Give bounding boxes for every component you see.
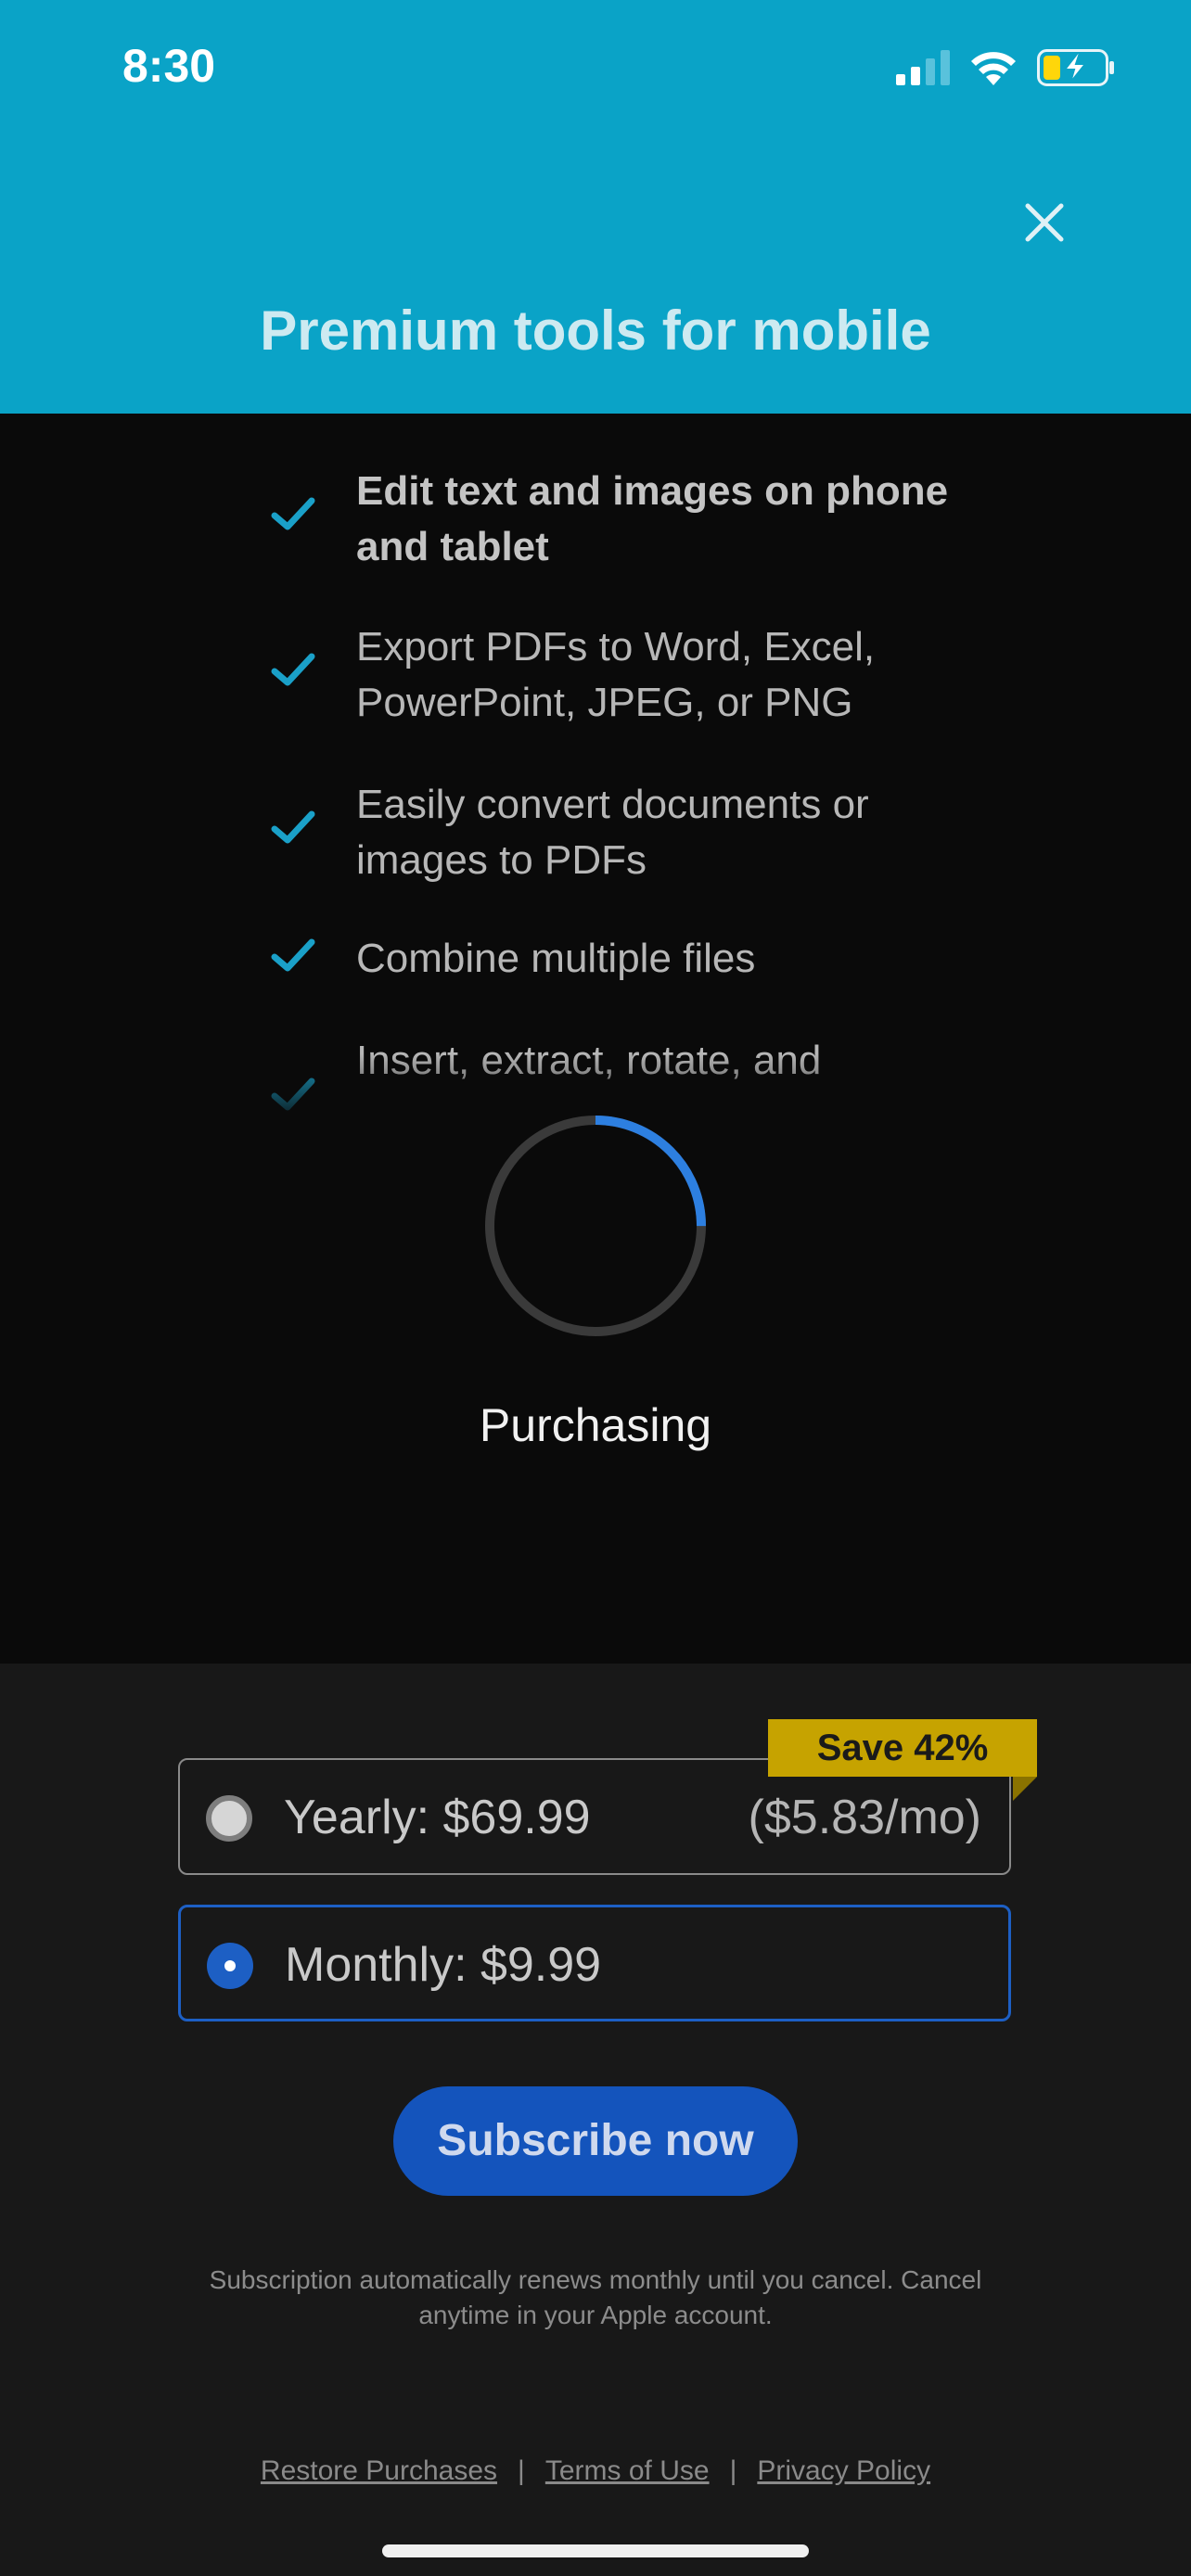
close-icon[interactable] [1017, 195, 1072, 250]
plan-label: Yearly: $69.99 [284, 1791, 591, 1844]
renewal-disclaimer: Subscription automatically renews monthl… [209, 2265, 982, 2329]
signal-icon [896, 50, 950, 85]
radio-selected-icon[interactable] [207, 1943, 253, 1989]
feature-item: Export PDFs to Word, Excel, PowerPoint, … [269, 619, 974, 731]
feature-item: Easily convert documents or images to PD… [269, 777, 974, 888]
save-badge: Save 42% [768, 1719, 1037, 1777]
link-separator: | [518, 2455, 525, 2486]
link-separator: | [729, 2455, 737, 2486]
restore-purchases-link[interactable]: Restore Purchases [261, 2455, 497, 2486]
privacy-policy-link[interactable]: Privacy Policy [757, 2455, 930, 2486]
feature-text: Easily convert documents or images to PD… [356, 782, 869, 883]
plan-label: Monthly: $9.99 [285, 1938, 602, 1992]
feature-list: Edit text and images on phone and tablet… [0, 414, 1191, 1664]
wifi-icon [971, 52, 1016, 85]
checkmark-icon [271, 653, 315, 686]
feature-text: Combine multiple files [356, 936, 756, 981]
feature-text: Export PDFs to Word, Excel, PowerPoint, … [356, 624, 876, 725]
status-icons [896, 43, 1115, 93]
battery-charging-icon [1037, 49, 1114, 86]
spinner-icon [485, 1116, 706, 1336]
checkmark-icon [271, 810, 315, 844]
feature-item: Combine multiple files [269, 931, 974, 987]
plan-per-month: ($5.83/mo) [748, 1791, 981, 1844]
loading-label: Purchasing [479, 1399, 712, 1451]
header: 8:30 Premium tools for mobile [0, 0, 1191, 414]
footer-links: Restore Purchases | Terms of Use | Privacy P… [0, 2455, 1191, 2487]
feature-text: Edit text and images on phone and tablet [356, 468, 949, 569]
home-indicator[interactable] [382, 2544, 809, 2557]
plan-selector: Yearly: $69.99 ($5.83/mo) Save 42% Month… [0, 1664, 1191, 2576]
status-time: 8:30 [122, 40, 216, 92]
checkmark-icon [271, 497, 315, 530]
radio-unselected-icon[interactable] [206, 1795, 252, 1842]
checkmark-icon [271, 938, 315, 972]
page-title: Premium tools for mobile [260, 300, 931, 362]
subscribe-button[interactable]: Subscribe now [393, 2086, 798, 2196]
feature-item: Edit text and images on phone and tablet [269, 464, 974, 575]
plan-option-monthly[interactable]: Monthly: $9.99 [178, 1905, 1011, 2021]
terms-of-use-link[interactable]: Terms of Use [545, 2455, 710, 2486]
badge-fold [1013, 1777, 1037, 1801]
